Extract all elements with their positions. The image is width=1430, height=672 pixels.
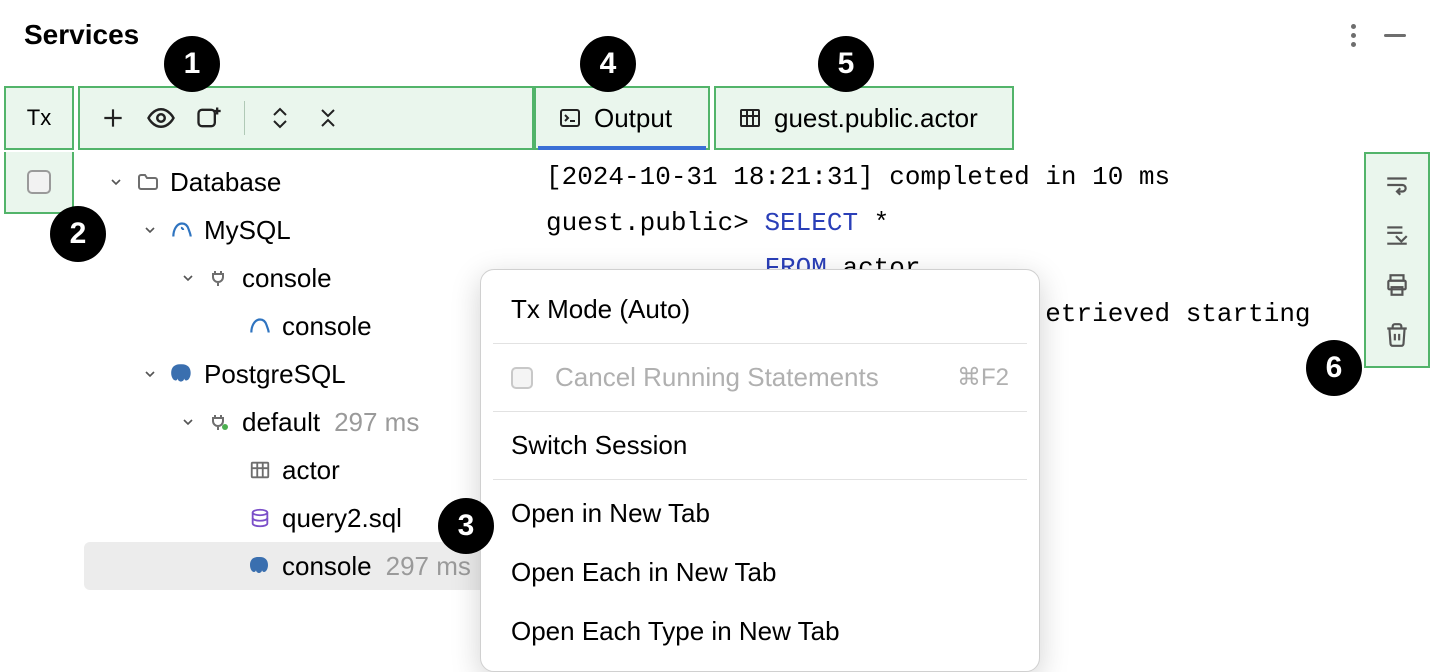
tree-label: console	[242, 263, 332, 294]
gutter-filter-cell	[4, 152, 74, 214]
menu-label: Open in New Tab	[511, 498, 710, 529]
tree-label: actor	[282, 455, 340, 486]
table-icon	[738, 106, 762, 130]
add-icon[interactable]	[96, 101, 130, 135]
tree-label: console	[282, 551, 372, 582]
toolbar-row: Tx Output guest.public.ac	[4, 86, 1014, 150]
menu-separator	[493, 479, 1027, 480]
tab-result-label: guest.public.actor	[774, 103, 978, 134]
chevron-down-icon[interactable]	[178, 412, 198, 432]
output-text: etrieved starting	[1045, 299, 1310, 329]
menu-label: Switch Session	[511, 430, 687, 461]
tree-label: query2.sql	[282, 503, 402, 534]
menu-switch-session[interactable]: Switch Session	[481, 416, 1039, 475]
tree-node-mysql[interactable]: MySQL	[84, 206, 524, 254]
folder-icon	[134, 168, 162, 196]
header-actions	[1351, 24, 1406, 47]
menu-open-new-tab[interactable]: Open in New Tab	[481, 484, 1039, 543]
sql-keyword-select: SELECT	[764, 208, 858, 238]
tree-time: 297 ms	[386, 551, 471, 582]
tx-indicator[interactable]: Tx	[4, 86, 74, 150]
checkbox-icon	[511, 367, 533, 389]
plug-icon	[206, 264, 234, 292]
chevron-down-icon[interactable]	[178, 268, 198, 288]
tree-node-pg-default[interactable]: default 297 ms	[84, 398, 524, 446]
tree-node-mysql-console[interactable]: console	[84, 302, 524, 350]
menu-shortcut: ⌘F2	[957, 363, 1009, 392]
tree-node-pg-actor[interactable]: actor	[84, 446, 524, 494]
callout-2: 2	[50, 206, 106, 262]
plug-connected-icon	[206, 408, 234, 436]
scroll-to-end-icon[interactable]	[1380, 218, 1414, 252]
postgres-icon	[246, 552, 274, 580]
chevron-down-icon[interactable]	[106, 172, 126, 192]
menu-label: Open Each Type in New Tab	[511, 616, 840, 647]
filter-checkbox[interactable]	[27, 170, 51, 194]
hide-panel-icon[interactable]	[1384, 34, 1406, 37]
menu-open-each-new-tab[interactable]: Open Each in New Tab	[481, 543, 1039, 602]
mysql-icon	[246, 312, 274, 340]
print-icon[interactable]	[1380, 268, 1414, 302]
database-icon	[246, 504, 274, 532]
chevron-down-icon[interactable]	[140, 364, 160, 384]
menu-cancel-statements: Cancel Running Statements ⌘F2	[481, 348, 1039, 407]
tree-node-mysql-console-group[interactable]: console	[84, 254, 524, 302]
callout-5: 5	[818, 36, 874, 92]
output-line: [2024-10-31 18:21:31] completed in 10 ms	[546, 162, 1170, 192]
eye-icon[interactable]	[144, 101, 178, 135]
callout-6: 6	[1306, 340, 1362, 396]
tab-output[interactable]: Output	[534, 86, 710, 150]
tree-label: PostgreSQL	[204, 359, 346, 390]
menu-separator	[493, 411, 1027, 412]
menu-label: Open Each in New Tab	[511, 557, 776, 588]
table-icon	[246, 456, 274, 484]
terminal-icon	[558, 106, 582, 130]
chevron-down-icon[interactable]	[140, 220, 160, 240]
trash-icon[interactable]	[1380, 318, 1414, 352]
callout-4: 4	[580, 36, 636, 92]
menu-open-each-type-new-tab[interactable]: Open Each Type in New Tab	[481, 602, 1039, 661]
callout-1: 1	[164, 36, 220, 92]
output-side-toolbar	[1364, 152, 1430, 368]
tab-result[interactable]: guest.public.actor	[714, 86, 1014, 150]
services-toolbar	[78, 86, 534, 150]
result-tabs: Output guest.public.actor	[534, 86, 1014, 150]
postgres-icon	[168, 360, 196, 388]
output-text: *	[858, 208, 889, 238]
tree-label: console	[282, 311, 372, 342]
output-prompt: guest.public>	[546, 208, 764, 238]
tree-node-database[interactable]: Database	[84, 158, 524, 206]
more-icon[interactable]	[1351, 24, 1356, 47]
mysql-icon	[168, 216, 196, 244]
tree-node-postgres[interactable]: PostgreSQL	[84, 350, 524, 398]
callout-3: 3	[438, 498, 494, 554]
menu-separator	[493, 343, 1027, 344]
expand-all-icon[interactable]	[263, 101, 297, 135]
menu-tx-mode[interactable]: Tx Mode (Auto)	[481, 280, 1039, 339]
tab-output-label: Output	[594, 103, 672, 134]
menu-label: Tx Mode (Auto)	[511, 294, 690, 325]
panel-title: Services	[24, 19, 139, 51]
soft-wrap-icon[interactable]	[1380, 168, 1414, 202]
menu-label: Cancel Running Statements	[555, 362, 879, 393]
tree-label: MySQL	[204, 215, 291, 246]
tree-label: default	[242, 407, 320, 438]
tree-time: 297 ms	[334, 407, 419, 438]
collapse-all-icon[interactable]	[311, 101, 345, 135]
new-session-icon[interactable]	[192, 101, 226, 135]
toolbar-separator	[244, 101, 245, 135]
tx-label: Tx	[27, 105, 51, 131]
tree-label: Database	[170, 167, 281, 198]
context-menu: Tx Mode (Auto) Cancel Running Statements…	[480, 269, 1040, 672]
